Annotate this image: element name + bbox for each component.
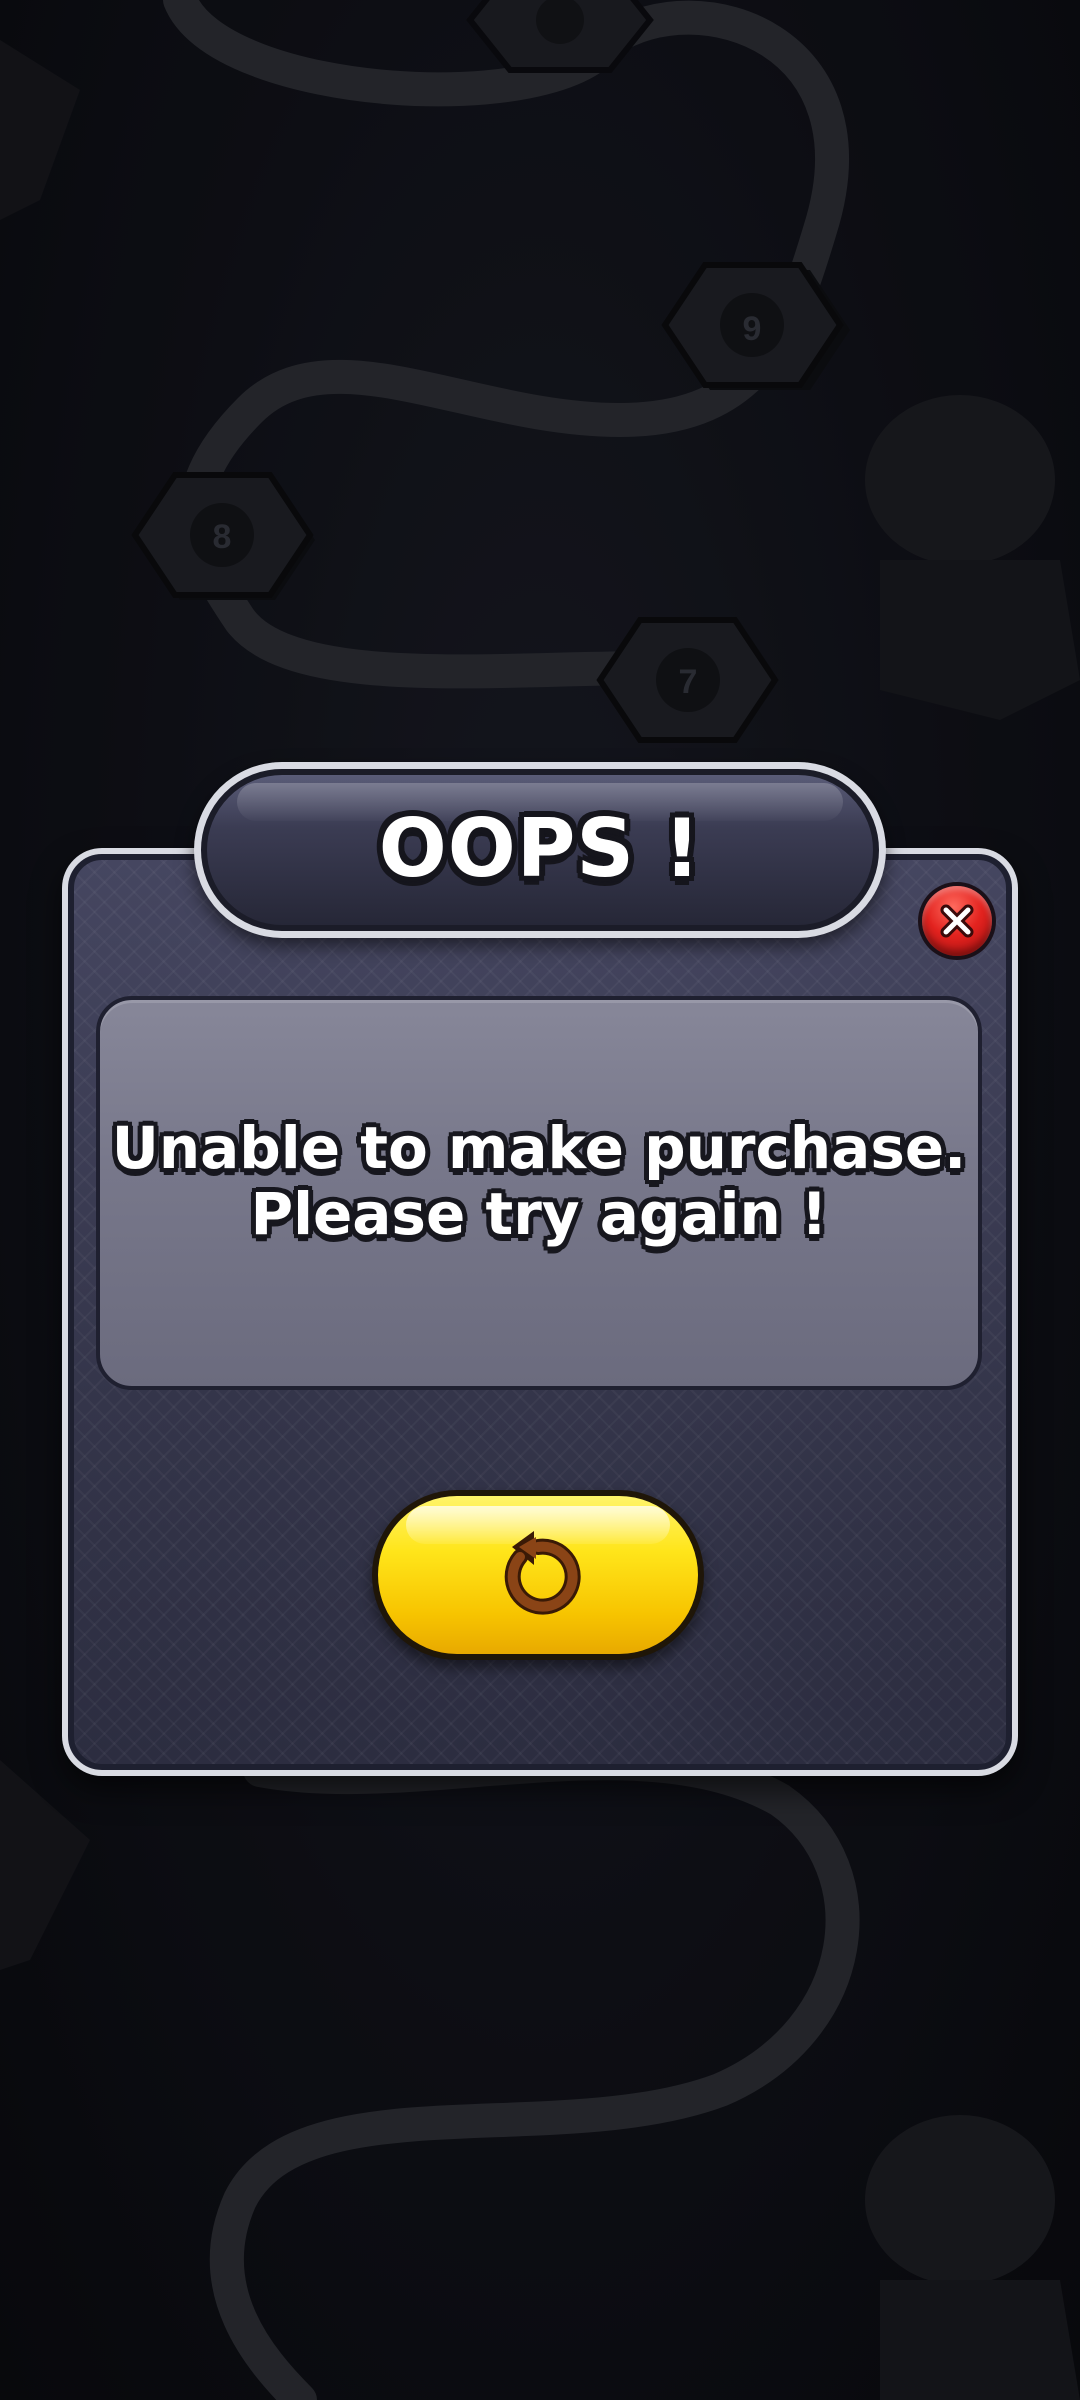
close-button[interactable] — [918, 882, 996, 960]
retry-arrow-icon — [504, 1531, 581, 1615]
close-x-icon — [940, 904, 974, 938]
error-message-line-1: Unable to make purchase. — [111, 1114, 967, 1182]
dialog-title-banner: OOPS ! — [194, 762, 886, 938]
message-panel: Unable to make purchase. Please try agai… — [96, 996, 982, 1390]
retry-button[interactable] — [372, 1490, 704, 1660]
dialog-title: OOPS ! — [378, 801, 702, 895]
close-button-face[interactable] — [922, 886, 992, 956]
retry-button-face[interactable] — [378, 1496, 698, 1654]
game-screen: 9 8 7 OOPS ! Unable to make purchase. Pl… — [0, 0, 1080, 2400]
dialog-title-plate: OOPS ! — [201, 769, 879, 931]
error-message-line-2: Please try again ! — [250, 1180, 828, 1248]
